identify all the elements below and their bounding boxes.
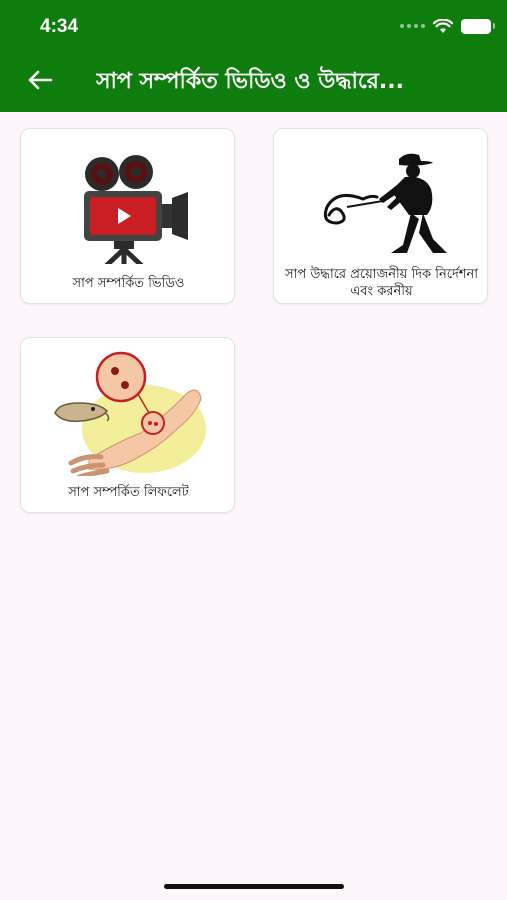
app-header: 4:34 সাপ সম্পর্কিত ভিডিও ও উদ্ধারে...	[0, 0, 507, 112]
card-snake-videos[interactable]: সাপ সম্পর্কিত ভিডিও	[20, 128, 235, 304]
card-label: সাপ সম্পর্কিত লিফলেট	[68, 485, 189, 500]
home-indicator[interactable]	[164, 884, 344, 889]
signal-dots-icon	[400, 24, 425, 28]
arrow-left-icon	[28, 70, 53, 90]
snake-catcher-icon	[274, 139, 487, 269]
card-snake-leaflet[interactable]: সাপ সম্পর্কিত লিফলেট	[20, 337, 235, 513]
status-icons	[400, 17, 495, 35]
card-label: সাপ সম্পর্কিত ভিডিও	[72, 276, 185, 291]
back-button[interactable]	[24, 66, 56, 94]
video-camera-icon	[21, 139, 234, 269]
battery-icon	[461, 18, 495, 34]
card-snake-rescue-guidelines[interactable]: সাপ উদ্ধারে প্রয়োজনীয় দিক নির্দেশনা এব…	[273, 128, 488, 304]
snakebite-leaflet-icon	[21, 348, 234, 478]
page-title: সাপ সম্পর্কিত ভিডিও ও উদ্ধারে...	[96, 69, 404, 94]
wifi-icon	[433, 18, 453, 33]
card-label: সাপ উদ্ধারে প্রয়োজনীয় দিক নির্দেশনা এব…	[284, 267, 479, 299]
status-time: 4:34	[40, 16, 79, 37]
